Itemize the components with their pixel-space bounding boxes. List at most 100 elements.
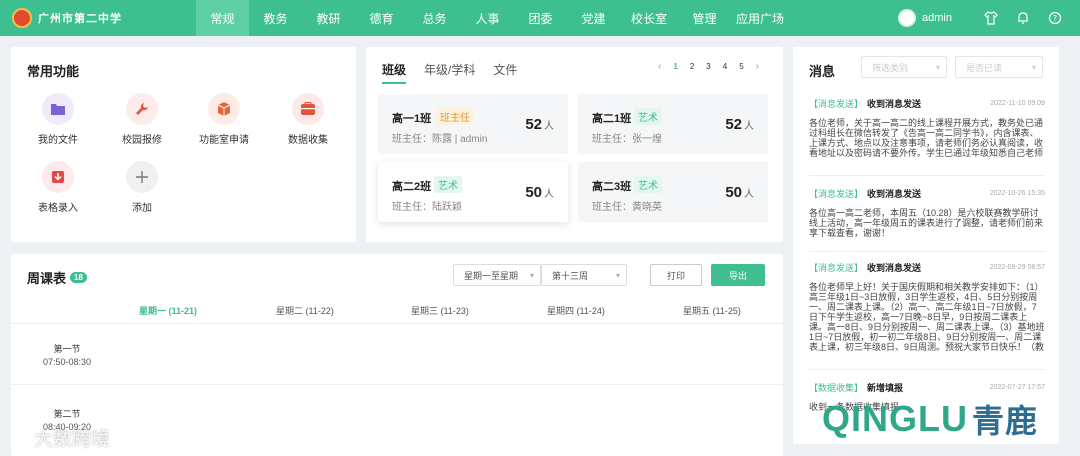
- pagination: ‹ 1 2 3 4 5 ›: [658, 62, 759, 72]
- message-title: 收到消息发送: [867, 189, 922, 199]
- func-my-files[interactable]: 我的文件: [25, 93, 91, 146]
- func-label: 我的文件: [38, 135, 78, 146]
- nav-item-hr[interactable]: 人事: [461, 0, 514, 36]
- period-1: 第一节 07:50-08:30: [42, 344, 92, 367]
- func-add[interactable]: 添加: [109, 161, 175, 214]
- message-tag: 【消息发送】: [809, 189, 864, 199]
- nav-item-routine[interactable]: 常规: [196, 0, 249, 36]
- nav-item-academic[interactable]: 教务: [249, 0, 302, 36]
- day-wednesday[interactable]: 星期三 (11-23): [411, 304, 469, 317]
- nav-item-general[interactable]: 总务: [408, 0, 461, 36]
- day-monday[interactable]: 星期一 (11-21): [139, 304, 197, 317]
- main-nav: 常规 教务 教研 德育 总务 人事 团委 党建 校长室 管理 应用广场: [196, 0, 789, 36]
- divider: [809, 369, 1045, 370]
- func-table-entry[interactable]: 表格录入: [25, 161, 91, 214]
- nav-item-principal[interactable]: 校长室: [620, 0, 678, 36]
- page-4[interactable]: 4: [723, 62, 727, 71]
- page-2[interactable]: 2: [690, 62, 694, 71]
- message-tag: 【消息发送】: [809, 99, 864, 109]
- folder-icon: [42, 93, 74, 125]
- print-button[interactable]: 打印: [650, 264, 702, 286]
- func-repair[interactable]: 校园报修: [109, 93, 175, 146]
- message-date: 2022-11-10 09:09: [990, 100, 1045, 107]
- class-tag: 班主任: [436, 108, 474, 125]
- common-functions-card: 常用功能 我的文件 校园报修 功能室申请 数据收集 表格录入 添加: [11, 47, 356, 242]
- nav-item-manage[interactable]: 管理: [678, 0, 731, 36]
- tab-class[interactable]: 班级: [382, 61, 407, 84]
- tab-grade-subject[interactable]: 年级/学科: [424, 61, 475, 84]
- read-filter[interactable]: 是否已读 ▾: [955, 56, 1043, 78]
- category-filter[interactable]: 筛选类别 ▾: [861, 56, 947, 78]
- class-name: 高一1班: [392, 113, 432, 125]
- message-body: 各位老师早上好！关于国庆假期和相关教学安排如下：（1）高三年级1日~3日放假，3…: [809, 282, 1045, 352]
- box-icon: [292, 93, 324, 125]
- next-page-icon[interactable]: ›: [756, 62, 759, 72]
- avatar[interactable]: [898, 9, 917, 27]
- func-room-apply[interactable]: 功能室申请: [191, 93, 257, 146]
- week-select[interactable]: 第十三周 ▾: [541, 264, 627, 286]
- timetable-title: 周课表 18: [27, 268, 87, 287]
- brand[interactable]: 广州市第二中学: [0, 8, 196, 28]
- message-tag: 【消息发送】: [809, 263, 864, 273]
- func-label: 表格录入: [38, 203, 78, 214]
- nav-item-league[interactable]: 团委: [514, 0, 567, 36]
- message-item[interactable]: 【消息发送】 收到消息发送 2022-11-10 09:09 各位老师，关于高一…: [809, 97, 1045, 158]
- messages-card: 消息 筛选类别 ▾ 是否已读 ▾ 【消息发送】 收到消息发送 2022-11-10 …: [793, 47, 1059, 444]
- classes-tabs: 班级 年级/学科 文件: [382, 61, 517, 84]
- chevron-down-icon: ▾: [529, 270, 534, 280]
- nav-item-party[interactable]: 党建: [567, 0, 620, 36]
- message-item[interactable]: 【消息发送】 收到消息发送 2022-09-29 08:57 各位老师早上好！关…: [809, 261, 1045, 352]
- class-tag: 艺术: [634, 108, 662, 125]
- day-friday[interactable]: 星期五 (11-25): [683, 304, 741, 317]
- class-tag: 艺术: [634, 176, 662, 193]
- bell-icon[interactable]: [1016, 11, 1030, 25]
- class-count: 50 人: [525, 184, 554, 201]
- message-title: 收到消息发送: [867, 263, 922, 273]
- prev-page-icon[interactable]: ‹: [658, 62, 661, 72]
- class-teacher: 班主任：陆跃颖: [392, 202, 462, 213]
- page-5[interactable]: 5: [739, 62, 743, 71]
- message-date: 2022-07-27 17:57: [989, 384, 1045, 391]
- func-label: 功能室申请: [199, 135, 249, 146]
- username[interactable]: admin: [922, 12, 952, 24]
- export-button[interactable]: 导出: [711, 264, 765, 286]
- chevron-down-icon: ▾: [615, 270, 620, 280]
- class-teacher: 班主任：张一煌: [592, 134, 662, 145]
- class-tag: 艺术: [434, 176, 462, 193]
- class-card[interactable]: 高一1班 班主任 班主任：陈露 | admin 52 人: [378, 94, 568, 154]
- nav-item-apps[interactable]: 应用广场: [731, 0, 789, 36]
- shirt-icon[interactable]: [984, 11, 998, 25]
- class-teacher: 班主任：陈露 | admin: [392, 134, 488, 145]
- func-data-collect[interactable]: 数据收集: [275, 93, 341, 146]
- class-name: 高二3班: [592, 181, 632, 193]
- func-label: 数据收集: [288, 135, 328, 146]
- func-label: 校园报修: [122, 135, 162, 146]
- class-name: 高二1班: [592, 113, 632, 125]
- cube-icon: [208, 93, 240, 125]
- class-card[interactable]: 高二2班 艺术 班主任：陆跃颖 50 人: [378, 162, 568, 222]
- class-card[interactable]: 高二1班 艺术 班主任：张一煌 52 人: [578, 94, 768, 154]
- page-3[interactable]: 3: [706, 62, 710, 71]
- message-title: 新增填报: [867, 383, 904, 393]
- weekday-header: 星期一 (11-21) 星期二 (11-22) 星期三 (11-23) 星期四 …: [11, 304, 793, 324]
- chevron-down-icon: ▾: [1031, 62, 1036, 72]
- nav-item-moral[interactable]: 德育: [355, 0, 408, 36]
- message-tag: 【数据收集】: [809, 383, 864, 393]
- page-1[interactable]: 1: [673, 62, 677, 71]
- day-thursday[interactable]: 星期四 (11-24): [547, 304, 605, 317]
- day-range-select[interactable]: 星期一至星期 ▾: [453, 264, 541, 286]
- download-icon: [42, 161, 74, 193]
- nav-item-research[interactable]: 教研: [302, 0, 355, 36]
- top-nav-bar: 广州市第二中学 常规 教务 教研 德育 总务 人事 团委 党建 校长室 管理 应…: [0, 0, 1080, 36]
- tab-files[interactable]: 文件: [493, 61, 517, 84]
- message-body: 各位老师，关于高一高二的线上课程开展方式，教务处已通过科组长在微信转发了《告高一…: [809, 118, 1044, 158]
- common-functions-title: 常用功能: [27, 64, 80, 79]
- day-tuesday[interactable]: 星期二 (11-22): [276, 304, 334, 317]
- class-card[interactable]: 高二3班 艺术 班主任：黄晓英 50 人: [578, 162, 768, 222]
- message-item[interactable]: 【消息发送】 收到消息发送 2022-10-26 15:35 各位高一高二老师，…: [809, 187, 1045, 248]
- row-divider: [11, 384, 793, 385]
- help-icon[interactable]: ?: [1048, 11, 1062, 25]
- plus-icon: [126, 161, 158, 193]
- svg-text:?: ?: [1053, 14, 1057, 23]
- watermark-logo-icon: [10, 429, 28, 445]
